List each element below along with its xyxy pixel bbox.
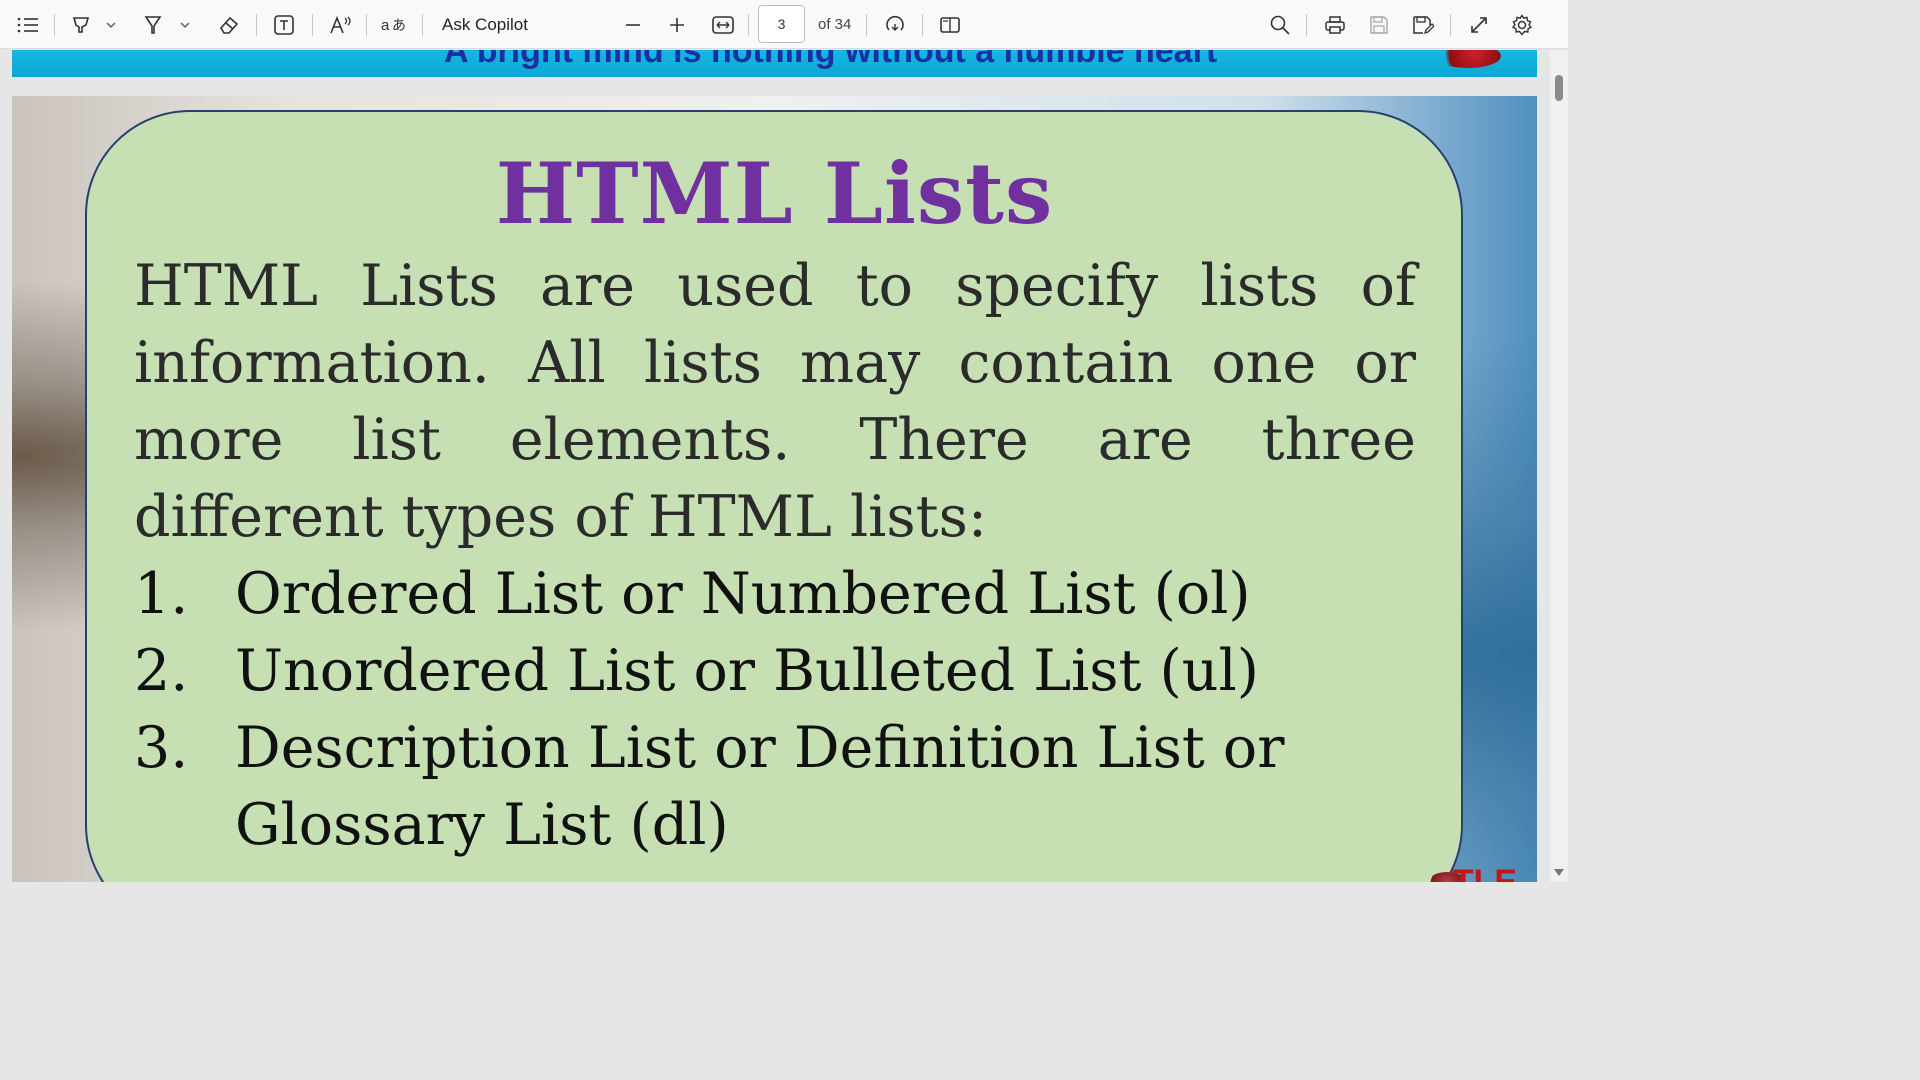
page-view-icon[interactable]: [937, 0, 963, 49]
previous-page-logo: [1435, 50, 1501, 68]
list-item-number: 3.: [134, 715, 189, 781]
toolbar-separator: [922, 14, 923, 36]
tle-logo-text: TLE: [1452, 863, 1517, 882]
toolbar-separator: [748, 14, 749, 36]
toolbar-separator: [866, 14, 867, 36]
slide-paragraph: HTML Lists are used to specify lists of …: [134, 253, 1416, 550]
document-viewport[interactable]: A bright mind is nothing without a humbl…: [0, 50, 1550, 882]
list-item: 2. Unordered List or Bulleted List (ul): [134, 633, 1434, 710]
toolbar-separator: [1306, 14, 1307, 36]
list-item-number: 1.: [134, 561, 189, 627]
contents-icon[interactable]: [14, 0, 42, 49]
slide-title: HTML Lists: [495, 144, 1054, 243]
zoom-in-icon[interactable]: [666, 0, 688, 49]
list-item-text: Ordered List or Numbered List (ol): [235, 561, 1251, 627]
print-icon[interactable]: [1322, 0, 1348, 49]
toolbar-separator: [422, 14, 423, 36]
fullscreen-icon[interactable]: [1466, 0, 1492, 49]
page-number-input[interactable]: 3: [758, 5, 805, 43]
fit-width-icon[interactable]: [709, 0, 737, 49]
previous-page-bottom: A bright mind is nothing without a humbl…: [12, 50, 1537, 77]
eraser-icon[interactable]: [216, 0, 242, 49]
svg-text:あ: あ: [392, 17, 406, 33]
page-count-label: of 34: [818, 16, 852, 33]
save-as-icon[interactable]: [1410, 0, 1436, 49]
list-item-number: 2.: [134, 638, 189, 704]
ask-copilot-button[interactable]: Ask Copilot: [442, 0, 528, 49]
toolbar-separator: [312, 14, 313, 36]
toolbar-separator: [54, 14, 55, 36]
search-icon[interactable]: [1267, 0, 1293, 49]
pdf-page: HTML Lists HTML Lists are used to specif…: [12, 96, 1537, 882]
list-item-text: Description List or Definition List or G…: [235, 715, 1285, 858]
highlight-icon[interactable]: [68, 0, 94, 49]
scroll-down-arrow-icon[interactable]: [1554, 869, 1564, 876]
zoom-out-icon[interactable]: [622, 0, 644, 49]
previous-page-banner-text: A bright mind is nothing without a humbl…: [444, 50, 1218, 70]
list-item: 1. Ordered List or Numbered List (ol): [134, 556, 1434, 633]
draw-dropdown-chevron-down-icon[interactable]: [178, 0, 192, 49]
read-aloud-icon[interactable]: [328, 0, 354, 49]
scrollbar-thumb[interactable]: [1555, 75, 1563, 101]
text-box-icon[interactable]: [271, 0, 297, 49]
vertical-scrollbar[interactable]: [1550, 50, 1568, 882]
draw-icon[interactable]: [141, 0, 165, 49]
translate-icon[interactable]: aあ: [380, 0, 408, 49]
toolbar-separator: [366, 14, 367, 36]
list-item: 3. Description List or Definition List or…: [134, 710, 1434, 864]
list-item-text: Unordered List or Bulleted List (ul): [235, 638, 1259, 704]
save-icon[interactable]: [1366, 0, 1392, 49]
settings-gear-icon[interactable]: [1509, 0, 1535, 49]
rotate-icon[interactable]: [882, 0, 908, 49]
svg-text:a: a: [381, 17, 390, 34]
toolbar-separator: [256, 14, 257, 36]
pdf-toolbar: aあ Ask Copilot 3 of 34: [0, 0, 1568, 49]
html-list-types: 1. Ordered List or Numbered List (ol) 2. U…: [134, 556, 1434, 864]
toolbar-separator: [1450, 14, 1451, 36]
highlight-dropdown-chevron-down-icon[interactable]: [104, 0, 118, 49]
